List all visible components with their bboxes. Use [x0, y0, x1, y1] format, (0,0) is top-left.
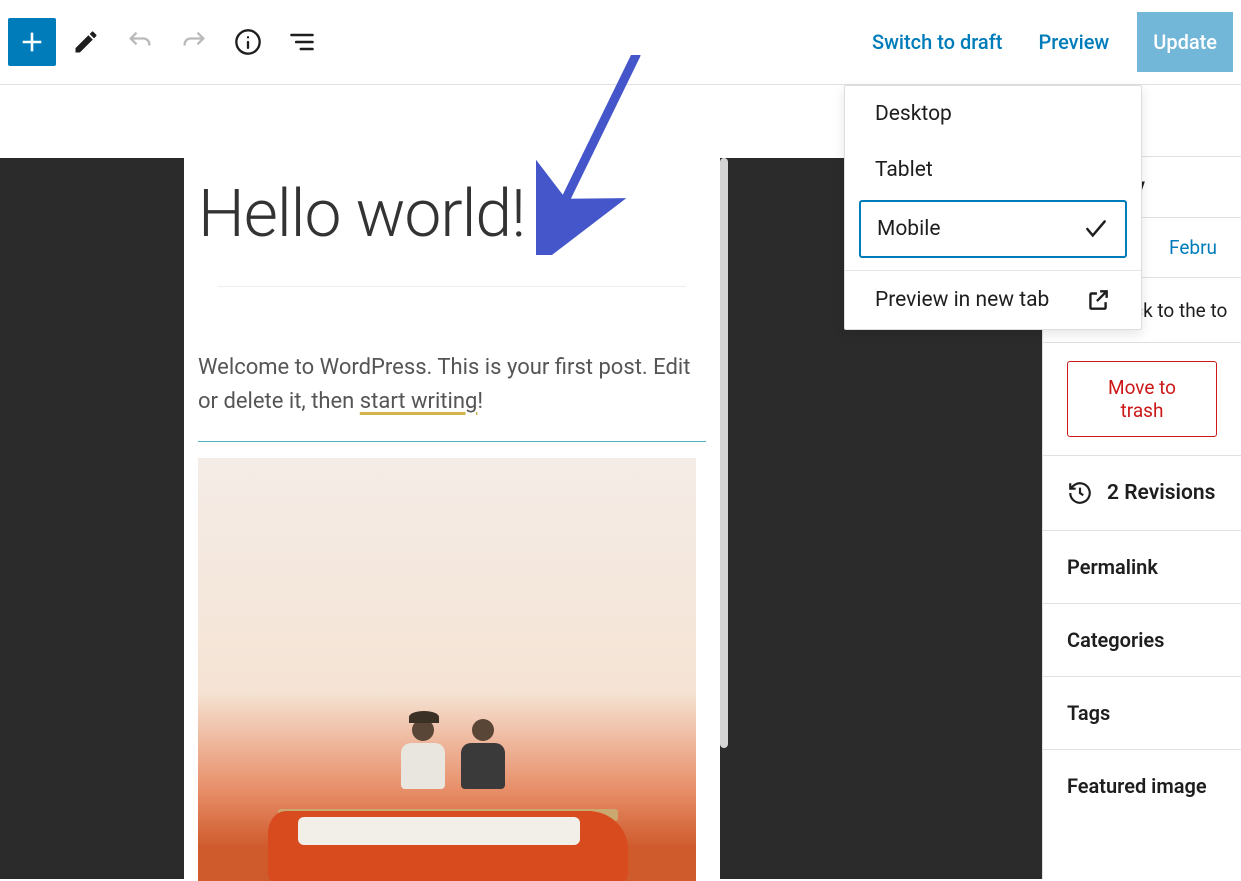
list-icon: [288, 28, 316, 56]
preview-new-tab[interactable]: Preview in new tab: [845, 271, 1141, 329]
toolbar-left-group: [8, 18, 326, 66]
preview-button[interactable]: Preview: [1030, 20, 1117, 64]
toolbar-right-group: Switch to draft Preview Update: [864, 12, 1233, 72]
preview-desktop-label: Desktop: [875, 102, 952, 126]
check-icon: [1083, 216, 1109, 242]
preview-mobile-label: Mobile: [877, 217, 940, 241]
switch-to-draft-button[interactable]: Switch to draft: [864, 20, 1010, 64]
publish-date-value[interactable]: Febru: [1169, 236, 1217, 259]
preview-new-tab-label: Preview in new tab: [875, 288, 1049, 312]
history-icon: [1067, 480, 1093, 506]
person-right: [453, 719, 513, 809]
pencil-icon: [72, 28, 100, 56]
move-to-trash-button[interactable]: Move to trash: [1067, 361, 1217, 437]
revisions-section[interactable]: 2 Revisions: [1043, 455, 1241, 531]
post-title[interactable]: Hello world!: [198, 179, 706, 252]
redo-icon: [180, 28, 208, 56]
undo-button[interactable]: [116, 18, 164, 66]
permalink-section[interactable]: Permalink: [1043, 531, 1241, 604]
preview-option-mobile[interactable]: Mobile: [859, 200, 1127, 258]
editor-toolbar: Switch to draft Preview Update: [0, 0, 1241, 85]
tags-section[interactable]: Tags: [1043, 677, 1241, 750]
preview-tablet-label: Tablet: [875, 158, 933, 182]
post-paragraph[interactable]: Welcome to WordPress. This is your first…: [198, 351, 706, 419]
preview-scrollbar[interactable]: [720, 158, 728, 748]
revisions-label: 2 Revisions: [1107, 481, 1215, 505]
update-button[interactable]: Update: [1137, 12, 1233, 72]
mobile-preview-frame: Hello world! Welcome to WordPress. This …: [184, 158, 720, 879]
trash-section: Move to trash: [1043, 343, 1241, 455]
title-divider: [218, 286, 686, 287]
person-left: [393, 719, 453, 809]
van-body: [268, 811, 628, 881]
external-link-icon: [1085, 287, 1111, 313]
redo-button[interactable]: [170, 18, 218, 66]
post-image[interactable]: [198, 458, 696, 881]
info-button[interactable]: [224, 18, 272, 66]
preview-option-tablet[interactable]: Tablet: [845, 142, 1141, 198]
preview-option-desktop[interactable]: Desktop: [845, 86, 1141, 142]
plus-icon: [18, 28, 46, 56]
categories-section[interactable]: Categories: [1043, 604, 1241, 677]
preview-dropdown: Desktop Tablet Mobile Preview in new tab: [844, 85, 1142, 330]
block-separator: [198, 441, 706, 442]
post-body-suffix: !: [477, 389, 483, 414]
featured-image-section[interactable]: Featured image: [1043, 750, 1241, 822]
list-view-button[interactable]: [278, 18, 326, 66]
start-writing-link[interactable]: start writing: [360, 389, 478, 414]
add-block-button[interactable]: [8, 18, 56, 66]
edit-mode-button[interactable]: [62, 18, 110, 66]
info-icon: [234, 28, 262, 56]
undo-icon: [126, 28, 154, 56]
